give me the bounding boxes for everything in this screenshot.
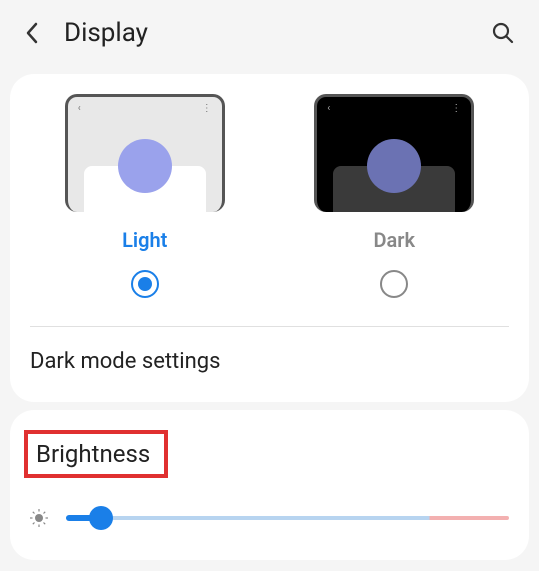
light-label: Light bbox=[122, 228, 167, 252]
slider-thumb[interactable] bbox=[89, 506, 113, 530]
brightness-row bbox=[30, 500, 509, 536]
theme-card: ‹⋮ Light ‹⋮ Dark Dark mode settings bbox=[10, 74, 529, 402]
radio-light[interactable] bbox=[131, 270, 159, 298]
theme-selector: ‹⋮ Light ‹⋮ Dark bbox=[30, 94, 509, 318]
light-preview: ‹⋮ bbox=[65, 94, 225, 212]
dark-preview: ‹⋮ bbox=[314, 94, 474, 212]
page-title: Display bbox=[64, 18, 491, 48]
brightness-slider[interactable] bbox=[66, 500, 509, 536]
radio-dark[interactable] bbox=[380, 270, 408, 298]
dark-label: Dark bbox=[373, 228, 415, 252]
back-icon[interactable] bbox=[24, 21, 40, 45]
brightness-highlight: Brightness bbox=[24, 430, 168, 478]
dark-mode-settings-link[interactable]: Dark mode settings bbox=[30, 345, 509, 378]
divider bbox=[30, 326, 509, 327]
brightness-icon bbox=[30, 509, 48, 527]
theme-option-light[interactable]: ‹⋮ Light bbox=[65, 94, 225, 298]
header-bar: Display bbox=[0, 0, 539, 66]
search-icon[interactable] bbox=[491, 21, 515, 45]
brightness-title: Brightness bbox=[30, 438, 156, 470]
brightness-card: Brightness bbox=[10, 410, 529, 560]
theme-option-dark[interactable]: ‹⋮ Dark bbox=[314, 94, 474, 298]
